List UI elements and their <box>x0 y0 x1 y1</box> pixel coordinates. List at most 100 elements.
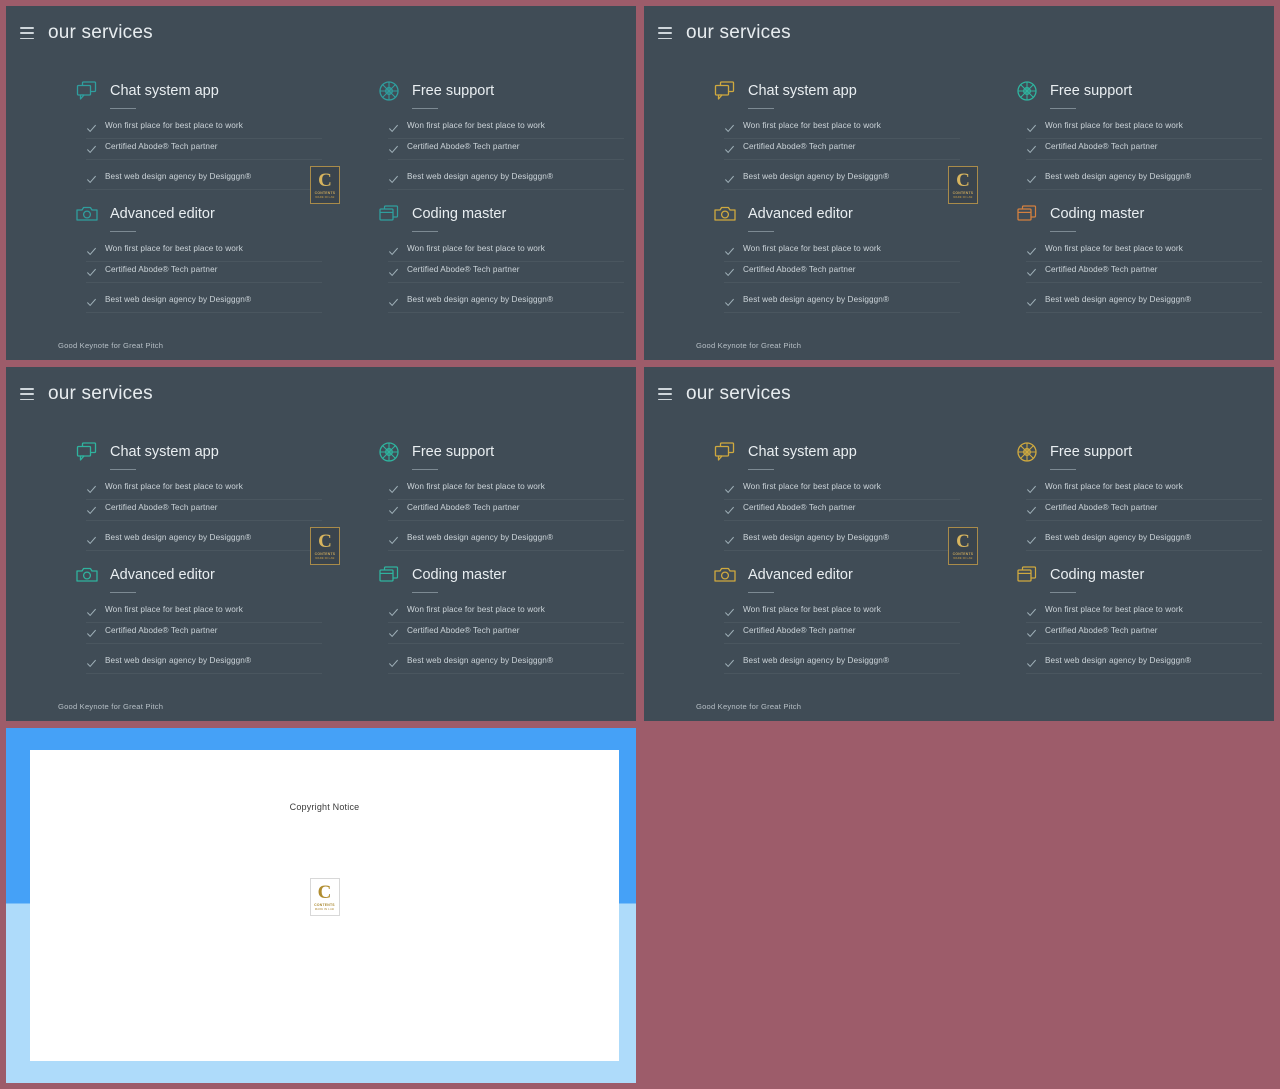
list-item[interactable]: Certified Abode® Tech partner <box>724 500 960 521</box>
service-block-free-support[interactable]: Free support Won first place for best pl… <box>376 78 624 190</box>
list-item[interactable]: Certified Abode® Tech partner <box>388 139 624 160</box>
service-block-chat-system-app[interactable]: Chat system app Won first place for best… <box>712 78 960 190</box>
service-heading: Advanced editor <box>712 201 960 227</box>
service-feature-list: Won first place for best place to work C… <box>388 118 624 190</box>
badge-sublabel: MADE IN LAB <box>315 556 335 560</box>
list-item-text: Certified Abode® Tech partner <box>407 626 520 635</box>
list-item[interactable]: Best web design agency by Desigggn® <box>388 292 624 313</box>
service-block-coding-master[interactable]: Coding master Won first place for best p… <box>376 562 624 674</box>
check-icon <box>1027 485 1037 494</box>
list-item[interactable]: Won first place for best place to work <box>86 479 322 500</box>
service-block-free-support[interactable]: Free support Won first place for best pl… <box>1014 439 1262 551</box>
hamburger-icon[interactable] <box>658 388 672 400</box>
service-block-coding-master[interactable]: Coding master Won first place for best p… <box>376 201 624 313</box>
list-item[interactable]: Won first place for best place to work <box>388 602 624 623</box>
service-block-advanced-editor[interactable]: Advanced editor Won first place for best… <box>74 201 322 313</box>
service-block-advanced-editor[interactable]: Advanced editor Won first place for best… <box>712 201 960 313</box>
list-item[interactable]: Best web design agency by Desigggn® <box>1026 653 1262 674</box>
list-item[interactable]: Won first place for best place to work <box>724 118 960 139</box>
list-item[interactable]: Certified Abode® Tech partner <box>1026 139 1262 160</box>
list-item-text: Won first place for best place to work <box>105 244 243 253</box>
list-item[interactable]: Won first place for best place to work <box>1026 118 1262 139</box>
slide-panel-bottom-right[interactable]: our services Chat system app Won first p… <box>644 367 1274 721</box>
hamburger-icon[interactable] <box>20 27 34 39</box>
service-name: Advanced editor <box>110 567 215 583</box>
list-item[interactable]: Certified Abode® Tech partner <box>724 139 960 160</box>
list-item[interactable]: Won first place for best place to work <box>388 479 624 500</box>
list-item[interactable]: Won first place for best place to work <box>724 479 960 500</box>
list-item[interactable]: Certified Abode® Tech partner <box>388 500 624 521</box>
list-item[interactable]: Certified Abode® Tech partner <box>1026 623 1262 644</box>
list-item[interactable]: Won first place for best place to work <box>724 602 960 623</box>
service-block-chat-system-app[interactable]: Chat system app Won first place for best… <box>74 78 322 190</box>
list-item[interactable]: Won first place for best place to work <box>86 241 322 262</box>
service-block-coding-master[interactable]: Coding master Won first place for best p… <box>1014 201 1262 313</box>
camera-icon <box>76 206 98 221</box>
list-item[interactable]: Best web design agency by Desigggn® <box>1026 530 1262 551</box>
slide-panel-top-left[interactable]: our services Chat system app Won first p… <box>6 6 636 360</box>
list-item[interactable]: Won first place for best place to work <box>724 241 960 262</box>
service-heading: Coding master <box>1014 562 1262 588</box>
list-item[interactable]: Certified Abode® Tech partner <box>86 262 322 283</box>
list-item[interactable]: Won first place for best place to work <box>86 118 322 139</box>
list-item-text: Certified Abode® Tech partner <box>407 265 520 274</box>
service-heading: Free support <box>376 439 624 465</box>
slide-panel-bottom-left[interactable]: our services Chat system app Won first p… <box>6 367 636 721</box>
heading-underline <box>1050 108 1076 109</box>
check-icon <box>725 506 735 515</box>
list-item[interactable]: Won first place for best place to work <box>388 118 624 139</box>
list-item[interactable]: Best web design agency by Desigggn® <box>86 169 322 190</box>
service-block-coding-master[interactable]: Coding master Won first place for best p… <box>1014 562 1262 674</box>
list-item[interactable]: Best web design agency by Desigggn® <box>1026 169 1262 190</box>
list-item-text: Certified Abode® Tech partner <box>105 626 218 635</box>
list-item-text: Certified Abode® Tech partner <box>1045 265 1158 274</box>
list-item[interactable]: Best web design agency by Desigggn® <box>388 530 624 551</box>
badge-letter: C <box>317 881 332 903</box>
list-item[interactable]: Certified Abode® Tech partner <box>388 262 624 283</box>
list-item[interactable]: Certified Abode® Tech partner <box>388 623 624 644</box>
heading-underline <box>748 469 774 470</box>
list-item[interactable]: Best web design agency by Desigggn® <box>388 653 624 674</box>
list-item-text: Best web design agency by Desigggn® <box>743 656 890 665</box>
service-block-chat-system-app[interactable]: Chat system app Won first place for best… <box>712 439 960 551</box>
service-block-advanced-editor[interactable]: Advanced editor Won first place for best… <box>712 562 960 674</box>
list-item[interactable]: Best web design agency by Desigggn® <box>86 530 322 551</box>
check-icon <box>725 247 735 256</box>
list-item[interactable]: Won first place for best place to work <box>1026 602 1262 623</box>
list-item[interactable]: Best web design agency by Desigggn® <box>724 530 960 551</box>
list-item[interactable]: Won first place for best place to work <box>1026 479 1262 500</box>
slide-panel-copyright[interactable]: Copyright Notice C CONTENTS MADE IN LAB <box>6 728 636 1083</box>
list-item[interactable]: Certified Abode® Tech partner <box>724 262 960 283</box>
list-item-text: Won first place for best place to work <box>1045 121 1183 130</box>
list-item[interactable]: Best web design agency by Desigggn® <box>1026 292 1262 313</box>
list-item[interactable]: Certified Abode® Tech partner <box>1026 262 1262 283</box>
service-block-free-support[interactable]: Free support Won first place for best pl… <box>1014 78 1262 190</box>
list-item[interactable]: Best web design agency by Desigggn® <box>388 169 624 190</box>
list-item[interactable]: Certified Abode® Tech partner <box>724 623 960 644</box>
service-block-free-support[interactable]: Free support Won first place for best pl… <box>376 439 624 551</box>
chat-bubbles-icon <box>714 442 735 461</box>
hamburger-icon[interactable] <box>658 27 672 39</box>
list-item-text: Certified Abode® Tech partner <box>1045 626 1158 635</box>
list-item-text: Won first place for best place to work <box>407 605 545 614</box>
list-item[interactable]: Certified Abode® Tech partner <box>86 500 322 521</box>
list-item-text: Certified Abode® Tech partner <box>105 142 218 151</box>
service-block-chat-system-app[interactable]: Chat system app Won first place for best… <box>74 439 322 551</box>
list-item[interactable]: Certified Abode® Tech partner <box>86 139 322 160</box>
list-item[interactable]: Best web design agency by Desigggn® <box>724 653 960 674</box>
list-item-text: Won first place for best place to work <box>407 482 545 491</box>
list-item[interactable]: Won first place for best place to work <box>86 602 322 623</box>
list-item[interactable]: Won first place for best place to work <box>1026 241 1262 262</box>
service-name: Coding master <box>1050 206 1145 222</box>
hamburger-icon[interactable] <box>20 388 34 400</box>
list-item[interactable]: Certified Abode® Tech partner <box>1026 500 1262 521</box>
list-item[interactable]: Best web design agency by Desigggn® <box>86 292 322 313</box>
list-item[interactable]: Certified Abode® Tech partner <box>86 623 322 644</box>
list-item[interactable]: Best web design agency by Desigggn® <box>86 653 322 674</box>
list-item[interactable]: Best web design agency by Desigggn® <box>724 292 960 313</box>
list-item[interactable]: Best web design agency by Desigggn® <box>724 169 960 190</box>
list-item[interactable]: Won first place for best place to work <box>388 241 624 262</box>
service-heading: Free support <box>1014 439 1262 465</box>
service-block-advanced-editor[interactable]: Advanced editor Won first place for best… <box>74 562 322 674</box>
slide-panel-top-right[interactable]: our services Chat system app Won first p… <box>644 6 1274 360</box>
